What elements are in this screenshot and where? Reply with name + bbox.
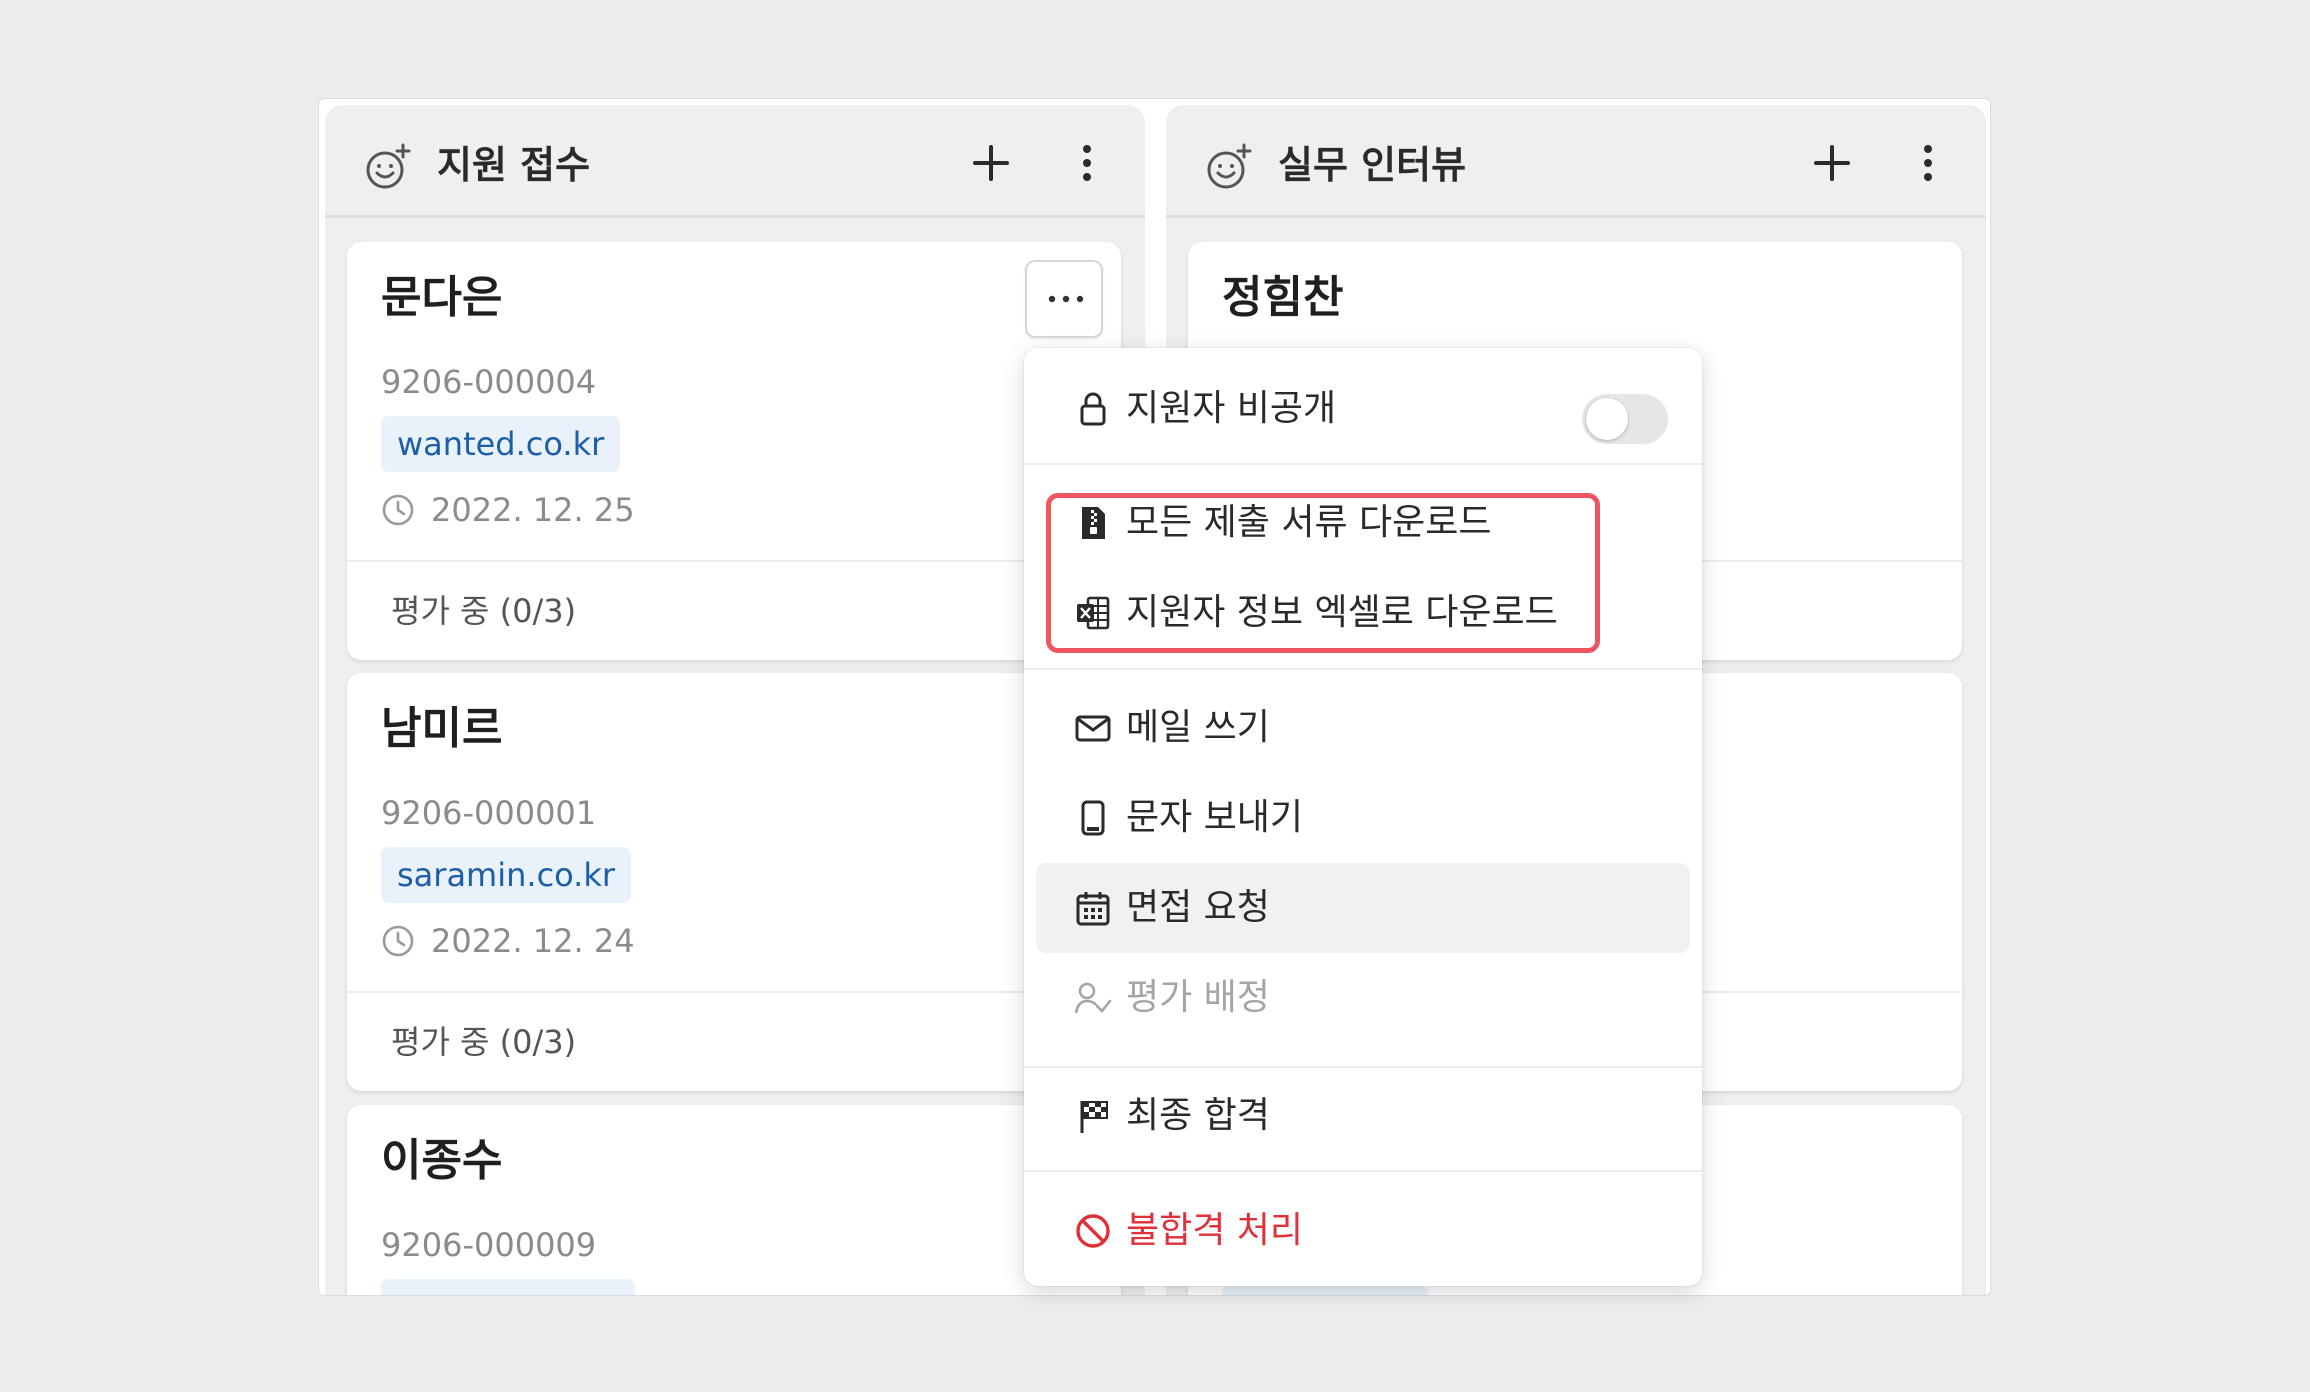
- applicant-card[interactable]: 문다은 9206-000004 wanted.co.kr 2022. 12. 2…: [347, 242, 1121, 660]
- menu-divider: [1024, 668, 1702, 670]
- clock-icon: [382, 494, 414, 526]
- menu-item-label: 평가 배정: [1126, 977, 1270, 1018]
- document-zip-icon: [1082, 507, 1105, 539]
- menu-item-label: 메일 쓰기: [1126, 707, 1270, 748]
- evaluation-status: 평가 중 (0/3): [391, 1023, 577, 1061]
- menu-item-download-excel[interactable]: 지원자 정보 엑셀로 다운로드: [1036, 568, 1690, 658]
- menu-item-send-mail[interactable]: 메일 쓰기: [1036, 683, 1690, 773]
- menu-item-label: 문자 보내기: [1126, 797, 1304, 838]
- menu-item-reject[interactable]: 불합격 처리: [1036, 1186, 1690, 1276]
- add-card-icon[interactable]: [1810, 141, 1854, 185]
- block-icon: [1076, 1214, 1110, 1248]
- menu-item-label: 최종 합격: [1126, 1095, 1270, 1136]
- column-title: 실무 인터뷰: [1278, 143, 1467, 187]
- column-header: 지원 접수: [325, 105, 1145, 218]
- card-footer: 평가 중 (0/3): [347, 991, 1121, 1091]
- add-card-icon[interactable]: [969, 141, 1013, 185]
- pipeline-column-applied: 지원 접수 문다은 9206-000004 wanted.co.kr 2022.…: [325, 105, 1145, 1295]
- card-action-menu: 지원자 비공개 모든 제출 서류 다운로드 지원자 정보 엑셀로 다운로드 메일…: [1024, 348, 1702, 1286]
- applied-date: 2022. 12. 25: [431, 491, 635, 529]
- menu-item-label: 불합격 처리: [1126, 1210, 1304, 1251]
- menu-item-label: 지원자 정보 엑셀로 다운로드: [1126, 592, 1558, 633]
- menu-item-private[interactable]: 지원자 비공개: [1036, 364, 1690, 454]
- source-tag: wanted.co.kr: [381, 416, 621, 472]
- applicant-name: 정힘찬: [1222, 272, 1344, 323]
- calendar-icon: [1076, 892, 1110, 926]
- phone-icon: [1081, 800, 1105, 836]
- more-horizontal-icon: [1048, 295, 1084, 303]
- smile-add-icon: [366, 143, 411, 189]
- applicant-card[interactable]: 이종수 9206-000009: [347, 1105, 1121, 1295]
- menu-divider: [1024, 1066, 1702, 1068]
- mail-icon: [1075, 715, 1111, 742]
- applied-date: 2022. 12. 24: [431, 922, 635, 960]
- clock-icon: [382, 925, 414, 957]
- menu-item-label: 지원자 비공개: [1126, 388, 1337, 429]
- applicant-id: 9206-000009: [381, 1226, 597, 1264]
- source-tag: [381, 1279, 635, 1295]
- private-toggle[interactable]: [1582, 394, 1668, 444]
- card-footer: 평가 중 (0/3): [347, 560, 1121, 660]
- menu-item-request-interview[interactable]: 면접 요청: [1036, 863, 1690, 953]
- evaluation-status: 평가 중 (0/3): [391, 592, 577, 630]
- applicant-id: 9206-000001: [381, 794, 597, 832]
- smile-add-icon: [1207, 143, 1252, 189]
- applied-date-row: 2022. 12. 25: [381, 488, 635, 532]
- applicant-id: 9206-000004: [381, 363, 597, 401]
- user-check-icon: [1074, 982, 1112, 1014]
- applicant-name: 이종수: [381, 1135, 503, 1186]
- source-tag: saramin.co.kr: [381, 847, 632, 903]
- toggle-knob: [1586, 398, 1628, 440]
- applicant-card[interactable]: 남미르 9206-000001 saramin.co.kr 2022. 12. …: [347, 673, 1121, 1091]
- applied-date-row: 2022. 12. 24: [381, 919, 635, 963]
- column-title: 지원 접수: [437, 143, 591, 187]
- menu-item-final-pass[interactable]: 최종 합격: [1036, 1071, 1690, 1161]
- column-header: 실무 인터뷰: [1166, 105, 1986, 218]
- applicant-name: 문다은: [381, 272, 503, 323]
- finish-flag-icon: [1080, 1101, 1108, 1133]
- menu-item-download-docs[interactable]: 모든 제출 서류 다운로드: [1036, 478, 1690, 568]
- source-tag: [1222, 1285, 1428, 1295]
- lock-icon: [1080, 392, 1106, 426]
- excel-icon: [1077, 596, 1110, 630]
- menu-divider: [1024, 463, 1702, 465]
- column-more-icon[interactable]: [1920, 141, 1936, 185]
- applicant-name: 남미르: [381, 703, 503, 754]
- card-more-button[interactable]: [1025, 260, 1103, 338]
- menu-item-label: 면접 요청: [1126, 887, 1270, 928]
- menu-item-label: 모든 제출 서류 다운로드: [1126, 502, 1492, 543]
- column-more-icon[interactable]: [1079, 141, 1095, 185]
- menu-item-send-sms[interactable]: 문자 보내기: [1036, 773, 1690, 863]
- menu-divider: [1024, 1170, 1702, 1172]
- menu-item-assign-eval[interactable]: 평가 배정: [1036, 953, 1690, 1043]
